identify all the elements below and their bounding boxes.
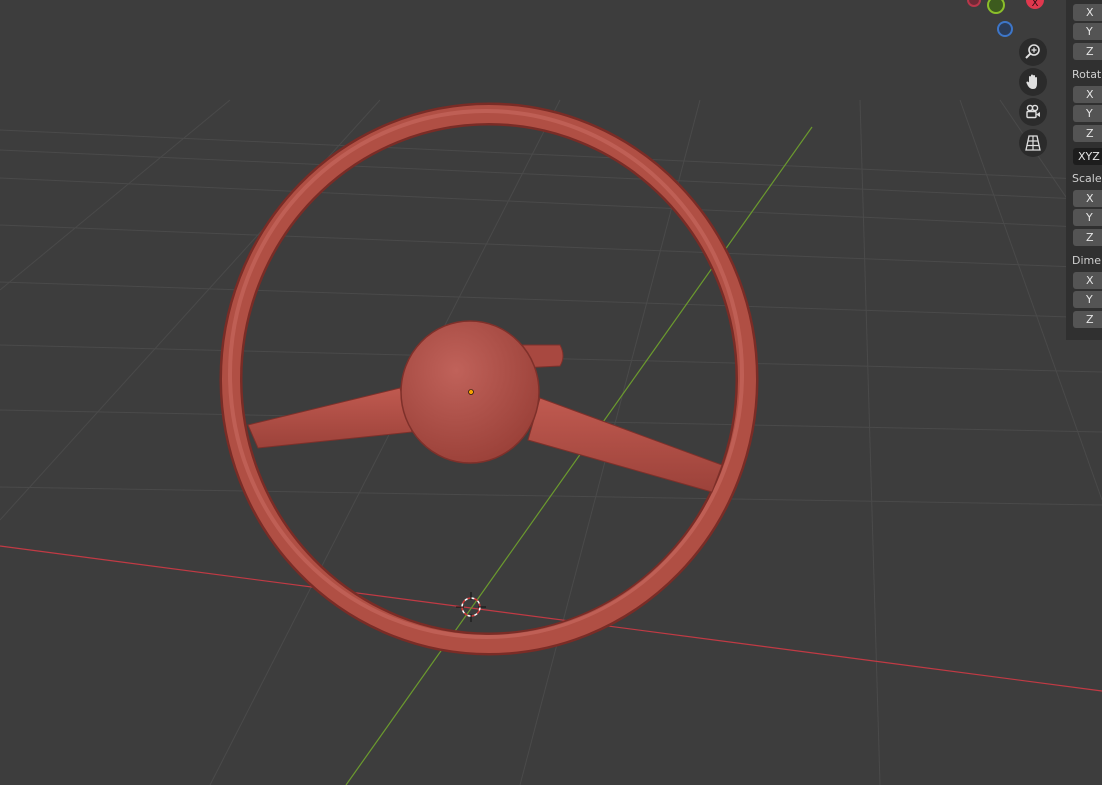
location-x-field[interactable]: X	[1073, 4, 1102, 21]
grid-perspective-icon	[1025, 135, 1041, 151]
gizmo-neg-z-dot[interactable]	[997, 21, 1013, 37]
rotation-mode-label: XYZ	[1078, 150, 1100, 163]
dimensions-z-label: Z	[1086, 313, 1094, 326]
scale-y-label: Y	[1086, 211, 1093, 224]
pan-button[interactable]	[1019, 68, 1047, 96]
location-y-label: Y	[1086, 25, 1093, 38]
zoom-icon	[1025, 44, 1040, 59]
scale-z-field[interactable]: Z	[1073, 229, 1102, 246]
scale-y-field[interactable]: Y	[1073, 209, 1102, 226]
hand-pan-icon	[1026, 74, 1037, 89]
scale-section-label: Scale:	[1072, 172, 1102, 185]
object-origin[interactable]	[468, 389, 474, 395]
rotation-mode-dropdown[interactable]: XYZ	[1073, 148, 1102, 165]
rotation-z-label: Z	[1086, 127, 1094, 140]
camera-view-icon	[1026, 104, 1040, 119]
dimensions-x-field[interactable]: X	[1073, 272, 1102, 289]
dimensions-z-field[interactable]: Z	[1073, 311, 1102, 328]
rotation-z-field[interactable]: Z	[1073, 125, 1102, 142]
3d-cursor[interactable]	[456, 592, 486, 622]
dimensions-y-field[interactable]: Y	[1073, 291, 1102, 308]
perspective-toggle-button[interactable]	[1019, 129, 1047, 157]
dimensions-y-label: Y	[1086, 293, 1093, 306]
3d-viewport[interactable]	[0, 0, 1102, 785]
rotation-x-field[interactable]: X	[1073, 86, 1102, 103]
gizmo-x-label: X	[1031, 0, 1039, 9]
zoom-button[interactable]	[1019, 38, 1047, 66]
dimensions-x-label: X	[1086, 274, 1094, 287]
rotation-x-label: X	[1086, 88, 1094, 101]
scale-z-label: Z	[1086, 231, 1094, 244]
location-z-label: Z	[1086, 45, 1094, 58]
location-y-field[interactable]: Y	[1073, 23, 1102, 40]
scale-x-label: X	[1086, 192, 1094, 205]
rotation-section-label: Rotati	[1072, 68, 1102, 81]
rotation-y-field[interactable]: Y	[1073, 105, 1102, 122]
scale-x-field[interactable]: X	[1073, 190, 1102, 207]
camera-view-button[interactable]	[1019, 98, 1047, 126]
scene-canvas[interactable]	[0, 0, 1102, 785]
dimensions-section-label: Dimer	[1072, 254, 1102, 267]
rotation-y-label: Y	[1086, 107, 1093, 120]
steering-wheel-object[interactable]	[219, 102, 759, 656]
x-axis-line	[0, 545, 1102, 692]
location-x-label: X	[1086, 6, 1094, 19]
location-z-field[interactable]: Z	[1073, 43, 1102, 60]
